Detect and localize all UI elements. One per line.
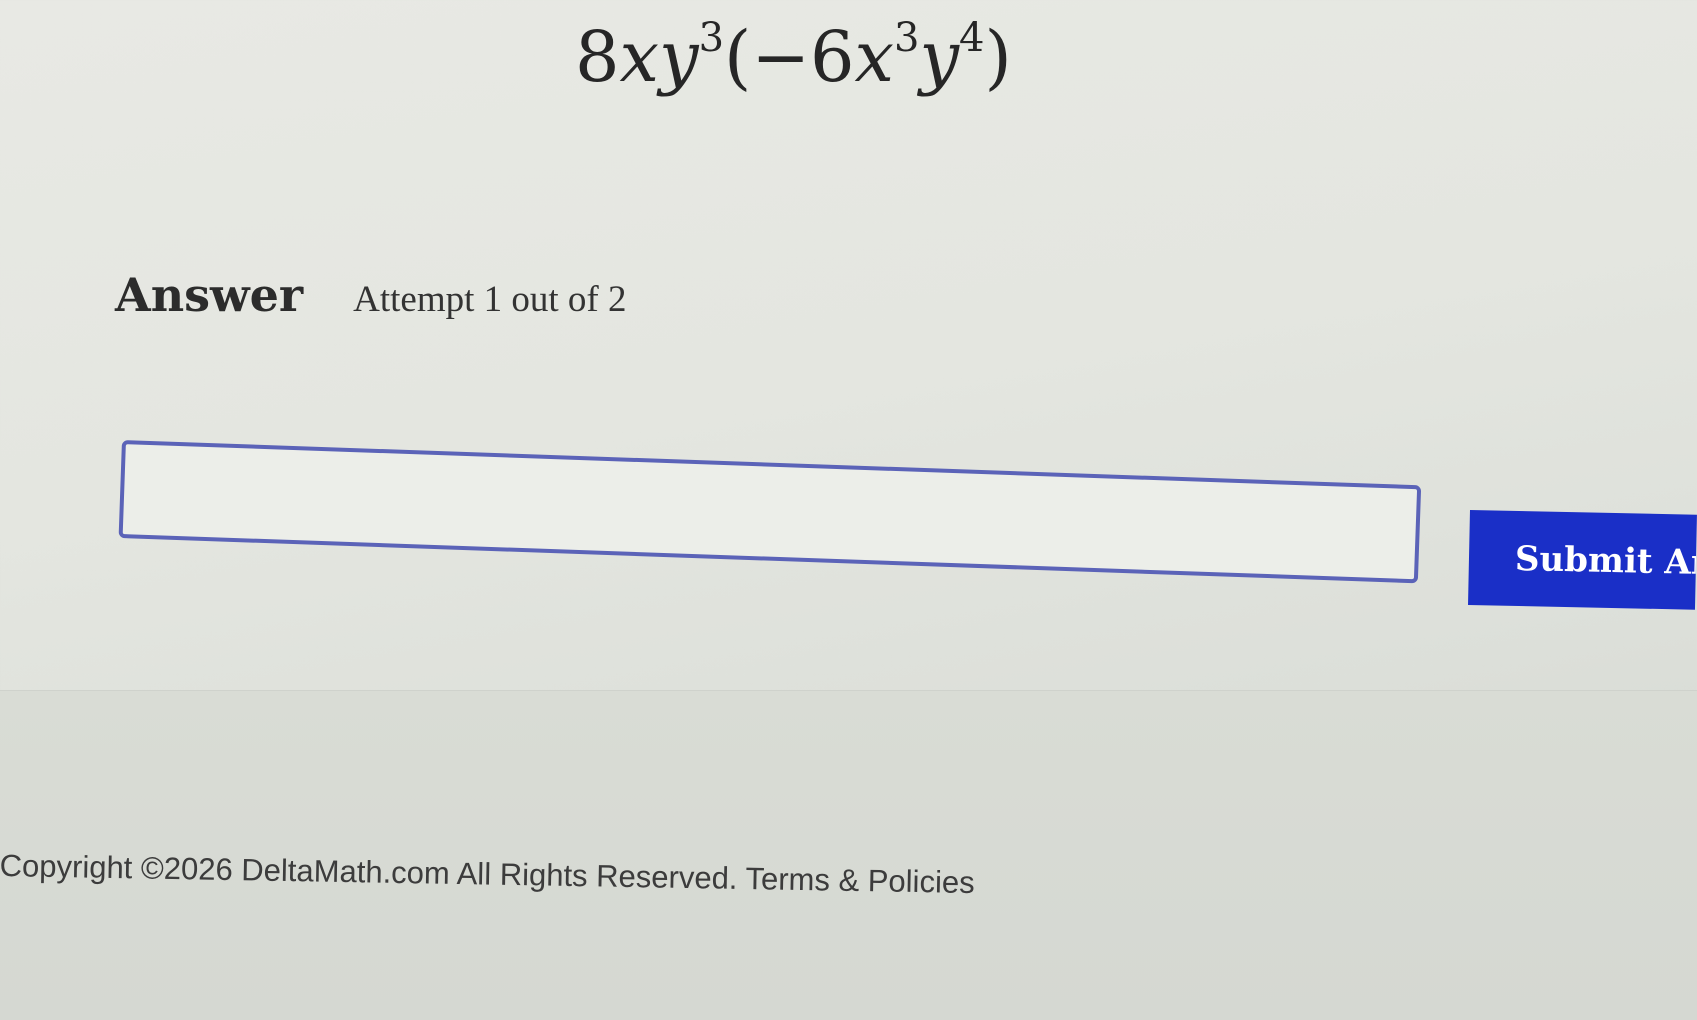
answer-label: Answer xyxy=(115,268,304,322)
coefficient-1: 8 xyxy=(575,16,620,98)
exponent-y-1: 3 xyxy=(698,14,725,61)
variable-x-2: x xyxy=(854,16,895,98)
variable-y-2: y xyxy=(919,16,960,98)
exponent-y-2: 4 xyxy=(959,14,985,61)
submit-answer-button[interactable]: Submit Answer xyxy=(1468,510,1697,610)
close-paren: ) xyxy=(984,16,1012,98)
variable-y-1: y xyxy=(659,16,699,98)
terms-policies-link[interactable]: Terms & Policies xyxy=(745,861,975,900)
answer-header: Answer Attempt 1 out of 2 xyxy=(115,268,627,322)
exponent-x-2: 3 xyxy=(894,14,920,61)
answer-input[interactable] xyxy=(118,440,1422,584)
open-paren: (− xyxy=(724,16,810,98)
variable-x-1: x xyxy=(619,16,660,98)
attempt-counter: Attempt 1 out of 2 xyxy=(353,279,627,320)
problem-expression: 8xy3(−6x3y4) xyxy=(575,18,1012,92)
coefficient-2: 6 xyxy=(810,16,855,98)
